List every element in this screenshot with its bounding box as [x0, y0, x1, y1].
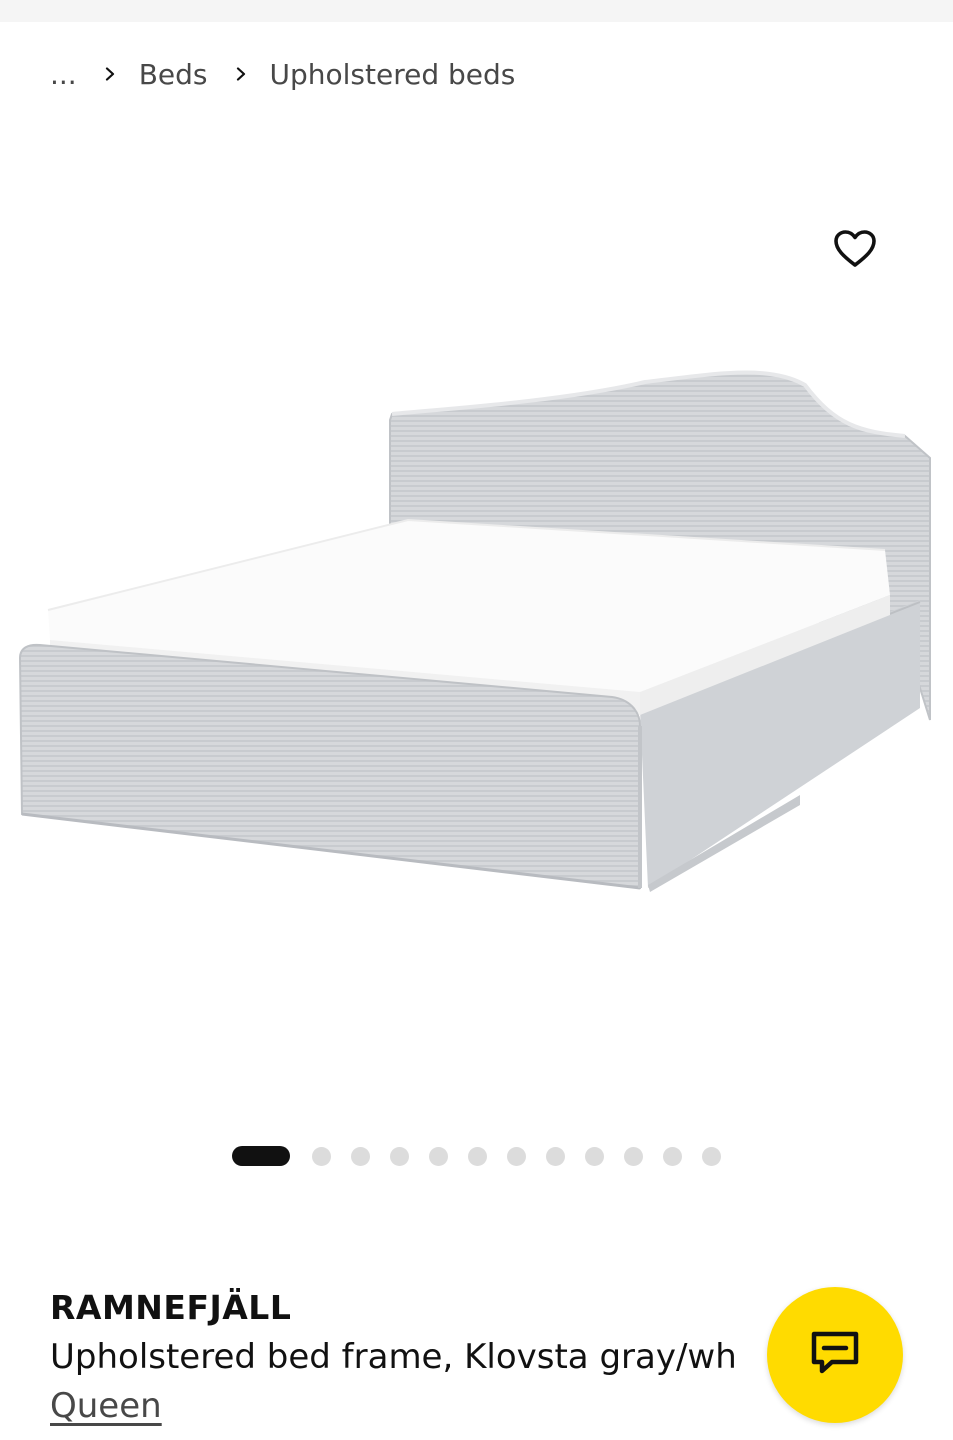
carousel-dot[interactable]: [468, 1146, 487, 1166]
carousel-dot-active[interactable]: [232, 1146, 290, 1166]
favorite-button[interactable]: [826, 222, 884, 280]
breadcrumb-item-upholstered-beds[interactable]: Upholstered beds: [270, 58, 516, 91]
product-image[interactable]: [0, 340, 953, 980]
chat-bubble-icon: [810, 1330, 860, 1380]
chevron-right-icon: [234, 67, 248, 81]
carousel-dot[interactable]: [429, 1146, 448, 1166]
product-size-link[interactable]: Queen: [50, 1382, 162, 1430]
product-description: Upholstered bed frame, Klovsta gray/wh: [50, 1337, 737, 1377]
breadcrumb-ellipsis[interactable]: ...: [50, 58, 77, 91]
breadcrumb: ... Beds Upholstered beds: [50, 52, 515, 96]
status-bar: [0, 0, 953, 22]
image-carousel-indicator: [0, 1144, 953, 1168]
carousel-dot[interactable]: [663, 1146, 682, 1166]
carousel-dot[interactable]: [312, 1146, 331, 1166]
carousel-dot[interactable]: [585, 1146, 604, 1166]
carousel-dot[interactable]: [351, 1146, 370, 1166]
chevron-right-icon: [103, 67, 117, 81]
carousel-dot[interactable]: [507, 1146, 526, 1166]
carousel-dot[interactable]: [624, 1146, 643, 1166]
bed-illustration: [18, 370, 931, 892]
carousel-dot[interactable]: [546, 1146, 565, 1166]
breadcrumb-item-beds[interactable]: Beds: [139, 58, 208, 91]
carousel-dot[interactable]: [390, 1146, 409, 1166]
chat-button[interactable]: [767, 1287, 903, 1423]
heart-icon: [833, 229, 877, 273]
carousel-dot[interactable]: [702, 1146, 721, 1166]
